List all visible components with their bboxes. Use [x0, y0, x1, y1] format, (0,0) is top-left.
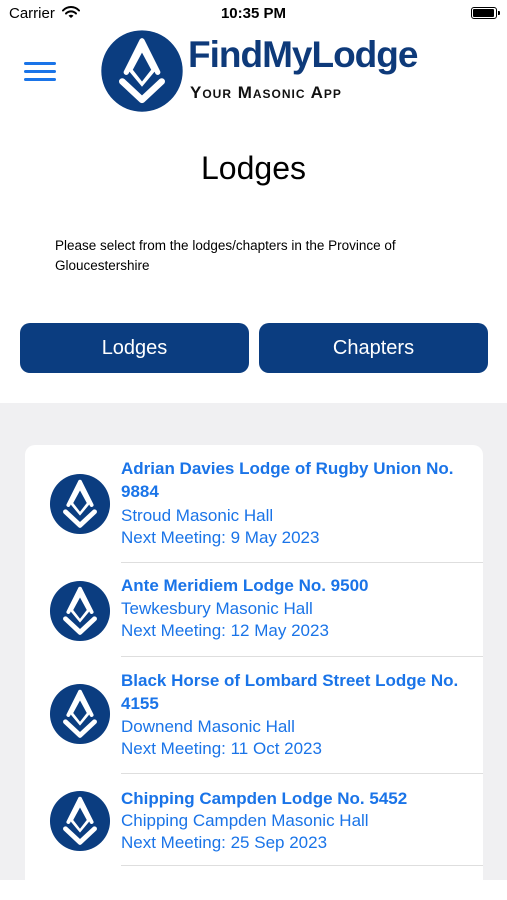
list-item[interactable]: Black Horse of Lombard Street Lodge No. …: [25, 657, 483, 774]
lodge-hall: Downend Masonic Hall: [121, 717, 295, 736]
chapters-button[interactable]: Chapters: [259, 323, 488, 373]
lodge-name: Adrian Davies Lodge of Rugby Union No. 9…: [121, 459, 454, 501]
list-item[interactable]: Adrian Davies Lodge of Rugby Union No. 9…: [25, 445, 483, 563]
logo-subtitle: Your Masonic App: [190, 83, 342, 102]
lodge-name: Black Horse of Lombard Street Lodge No. …: [121, 671, 459, 713]
list-item[interactable]: Chipping Campden Lodge No. 5452 Chipping…: [25, 774, 483, 866]
logo-title: FindMyLodge: [188, 34, 418, 75]
bottom-safe-area: [0, 880, 507, 900]
page-title: Lodges: [201, 150, 306, 186]
hamburger-menu-icon[interactable]: [24, 62, 56, 84]
app-logo: FindMyLodge Your Masonic App: [100, 29, 418, 113]
next-meeting: Next Meeting: 12 May 2023: [121, 621, 329, 640]
masonic-emblem-icon: [49, 580, 111, 642]
intro-text: Please select from the lodges/chapters i…: [55, 238, 396, 273]
next-meeting: Next Meeting: 11 Oct 2023: [121, 739, 322, 758]
masonic-emblem-icon: [100, 29, 184, 113]
list-item[interactable]: Ante Meridiem Lodge No. 9500 Tewkesbury …: [25, 563, 483, 657]
battery-icon: [471, 7, 500, 19]
lodge-name: Ante Meridiem Lodge No. 9500: [121, 576, 369, 595]
lodge-hall: Stroud Masonic Hall: [121, 506, 274, 525]
next-meeting: Next Meeting: 9 May 2023: [121, 528, 320, 547]
next-meeting: Next Meeting: 25 Sep 2023: [121, 833, 328, 852]
lodge-hall: Tewkesbury Masonic Hall: [121, 599, 313, 618]
masonic-emblem-icon: [49, 790, 111, 852]
lodge-list-area[interactable]: Adrian Davies Lodge of Rugby Union No. 9…: [0, 403, 507, 880]
status-time: 10:35 PM: [220, 5, 287, 22]
lodge-name: Chipping Campden Lodge No. 5452: [121, 789, 408, 808]
lodge-hall: Chipping Campden Masonic Hall: [121, 811, 369, 830]
status-bar: Carrier 10:35 PM: [0, 0, 507, 28]
divider: [121, 865, 483, 866]
lodges-button[interactable]: Lodges: [20, 323, 249, 373]
masonic-emblem-icon: [49, 473, 111, 535]
lodge-list: Adrian Davies Lodge of Rugby Union No. 9…: [25, 445, 483, 880]
masonic-emblem-icon: [49, 683, 111, 745]
